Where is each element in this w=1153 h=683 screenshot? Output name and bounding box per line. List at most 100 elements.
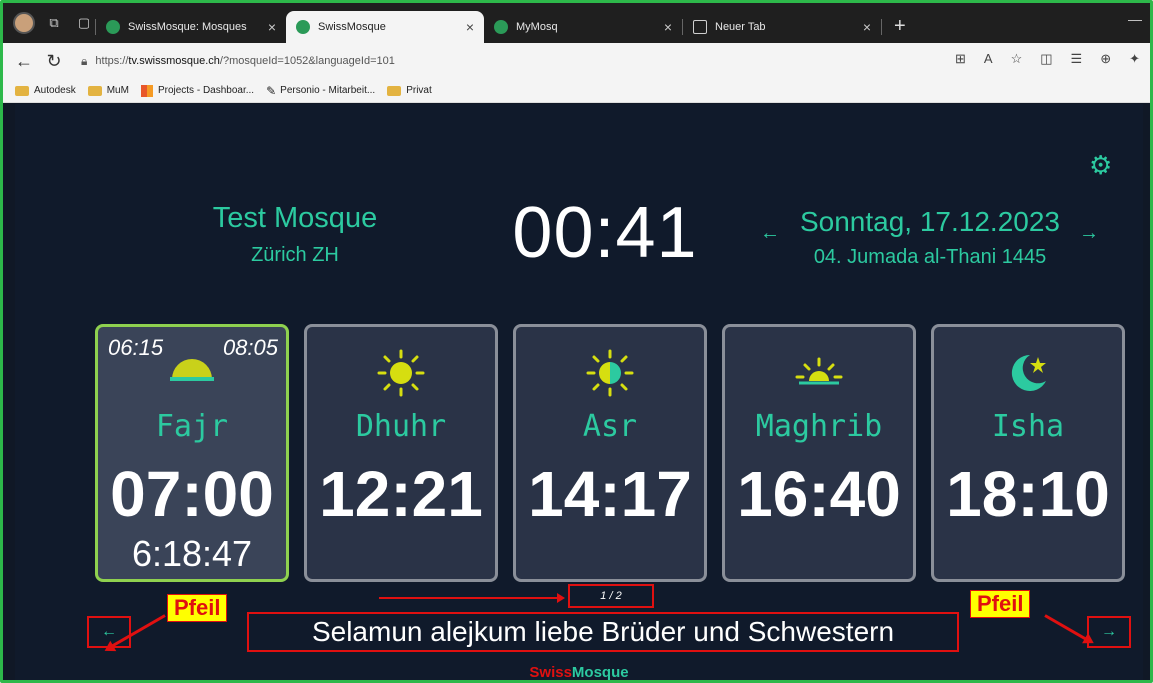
fajr-end-time: 08:05: [222, 335, 278, 360]
bookmark-privat[interactable]: Privat: [387, 85, 432, 96]
prayer-time: 12:21: [319, 458, 483, 530]
sunrise-time: 06:15: [108, 335, 164, 360]
moon-star-icon: [1011, 354, 1046, 391]
bookmark-projects[interactable]: Projects - Dashboar...: [140, 84, 255, 97]
prayer-name: Fajr: [155, 409, 229, 444]
close-icon[interactable]: ×: [466, 19, 474, 35]
bookmarks-bar: Autodesk MuM Projects - Dashboar... ✎ Per…: [3, 79, 1150, 103]
tab-separator: [881, 19, 882, 35]
split-screen-icon[interactable]: ◫: [1040, 51, 1052, 67]
browser-tab-bar: ⧉ ▢ SwissMosque: Mosques × SwissMosque ×…: [3, 3, 1150, 43]
annotation-arrow: [379, 593, 565, 603]
bookmark-autodesk[interactable]: Autodesk: [15, 85, 76, 96]
tab-label: MyMosq: [516, 21, 558, 33]
current-time: 00:41: [512, 193, 698, 273]
bookmark-label: MuM: [106, 85, 129, 96]
annotation-label-left: Pfeil: [167, 594, 228, 622]
address-bar-actions: ⊞ A ☆ ◫ ☰ ⊕ ✦: [955, 51, 1140, 67]
tab-label: Neuer Tab: [715, 21, 766, 33]
prayer-card-maghrib[interactable]: Maghrib 16:40: [722, 324, 916, 582]
favicon-icon: [494, 20, 508, 34]
countdown: 6:18:47: [131, 533, 253, 574]
settings-gear-icon[interactable]: ⚙: [1089, 150, 1112, 181]
prayer-card-isha[interactable]: Isha 18:10: [931, 324, 1125, 582]
favorite-star-icon[interactable]: ☆: [1011, 51, 1023, 67]
tab-actions-icon[interactable]: ▢: [73, 12, 95, 34]
bookmark-label: Personio - Mitarbeit...: [280, 85, 376, 96]
brand-part-swiss: Swiss: [529, 664, 572, 681]
prayer-time: 07:00: [110, 458, 274, 530]
favorites-list-icon[interactable]: ☰: [1071, 51, 1083, 67]
prayer-name: Asr: [582, 409, 638, 444]
tab-label: SwissMosque: Mosques: [128, 21, 247, 33]
close-icon[interactable]: ×: [268, 19, 276, 35]
gregorian-date: Sonntag, 17.12.2023: [799, 206, 1060, 237]
url-scheme: https://: [95, 55, 129, 67]
collections-icon[interactable]: ⊕: [1100, 51, 1111, 67]
previous-day-arrow-icon[interactable]: ←: [760, 222, 780, 245]
lock-icon[interactable]: 🔒︎: [81, 54, 87, 69]
brand-part-mosque: Mosque: [571, 664, 629, 681]
new-tab-page-icon: [693, 20, 707, 34]
url-path: /?mosqueId=1052&languageId=101: [219, 55, 395, 67]
workspaces-icon[interactable]: ⧉: [43, 12, 65, 34]
favicon-icon: [296, 20, 310, 34]
next-page-button[interactable]: →: [1087, 616, 1131, 648]
previous-page-button[interactable]: ←: [87, 616, 131, 648]
profile-avatar[interactable]: [13, 12, 35, 34]
projects-icon: [140, 84, 153, 97]
apps-icon[interactable]: ⊞: [955, 51, 966, 67]
back-arrow-icon[interactable]: ←: [9, 51, 39, 72]
personio-icon: ✎: [266, 83, 277, 98]
tab-swissmosque-mosques[interactable]: SwissMosque: Mosques ×: [96, 11, 286, 43]
extensions-icon[interactable]: ✦: [1129, 51, 1140, 67]
prayer-times-display: ⚙ Test Mosque Zürich ZH 00:41 ← Sonntag,…: [15, 104, 1143, 681]
prayer-time: 18:10: [946, 458, 1110, 530]
folder-icon: [387, 85, 402, 96]
prayer-name: Dhuhr: [355, 409, 447, 444]
annotation-label-right: Pfeil: [970, 590, 1031, 618]
annotation-arrow: [1044, 614, 1088, 641]
mosque-city: Zürich ZH: [251, 244, 339, 266]
minimize-icon[interactable]: —: [1128, 11, 1142, 27]
screenshot-frame: ⧉ ▢ SwissMosque: Mosques × SwissMosque ×…: [0, 0, 1153, 683]
address-bar: ← ↻ 🔒︎ https://tv.swissmosque.ch/?mosque…: [3, 43, 1150, 79]
prayer-name: Maghrib: [755, 409, 883, 444]
favicon-icon: [106, 20, 120, 34]
prayer-card-asr[interactable]: Asr 14:17: [513, 324, 707, 582]
tab-swissmosque[interactable]: SwissMosque ×: [286, 11, 484, 43]
bookmark-label: Autodesk: [34, 85, 76, 96]
prayer-time: 16:40: [737, 458, 901, 530]
tab-neuer-tab[interactable]: Neuer Tab ×: [683, 11, 881, 43]
prayer-name: Isha: [991, 409, 1065, 444]
url-field[interactable]: https://tv.swissmosque.ch/?mosqueId=1052…: [95, 55, 394, 67]
url-host: tv.swissmosque.ch: [128, 55, 220, 67]
hijri-date: 04. Jumada al-Thani 1445: [813, 246, 1047, 268]
folder-icon: [87, 85, 102, 96]
reload-icon[interactable]: ↻: [39, 51, 69, 72]
bookmark-personio[interactable]: ✎ Personio - Mitarbeit...: [266, 84, 375, 98]
close-icon[interactable]: ×: [664, 19, 672, 35]
prayer-cards: 06:15 08:05 Fajr 07:00 6:18:47 Dhuhr 12:…: [95, 324, 1125, 584]
half-sun-icon: [586, 349, 634, 397]
announcement-text: Selamun alejkum liebe Brüder und Schwest…: [247, 612, 959, 652]
folder-icon: [15, 85, 29, 96]
brand-logo: SwissMosque: [15, 664, 1143, 681]
read-aloud-icon[interactable]: A: [984, 51, 993, 67]
prayer-card-fajr[interactable]: 06:15 08:05 Fajr 07:00 6:18:47: [95, 324, 289, 582]
new-tab-plus-icon[interactable]: +: [894, 15, 906, 38]
tab-mymosq[interactable]: MyMosq ×: [484, 11, 682, 43]
prayer-card-dhuhr[interactable]: Dhuhr 12:21: [304, 324, 498, 582]
sunset-icon: [795, 357, 843, 385]
page-indicator: 1 / 2: [568, 584, 654, 608]
next-day-arrow-icon[interactable]: →: [1079, 222, 1099, 245]
tab-label: SwissMosque: [318, 21, 386, 33]
bookmark-label: Privat: [406, 85, 432, 96]
mosque-name: Test Mosque: [212, 202, 378, 234]
sun-icon: [377, 349, 425, 397]
close-icon[interactable]: ×: [863, 19, 871, 35]
prayer-time: 14:17: [528, 458, 692, 530]
bookmark-label: Projects - Dashboar...: [157, 85, 255, 96]
bookmark-mum[interactable]: MuM: [87, 85, 129, 96]
sunrise-icon: [170, 359, 214, 381]
